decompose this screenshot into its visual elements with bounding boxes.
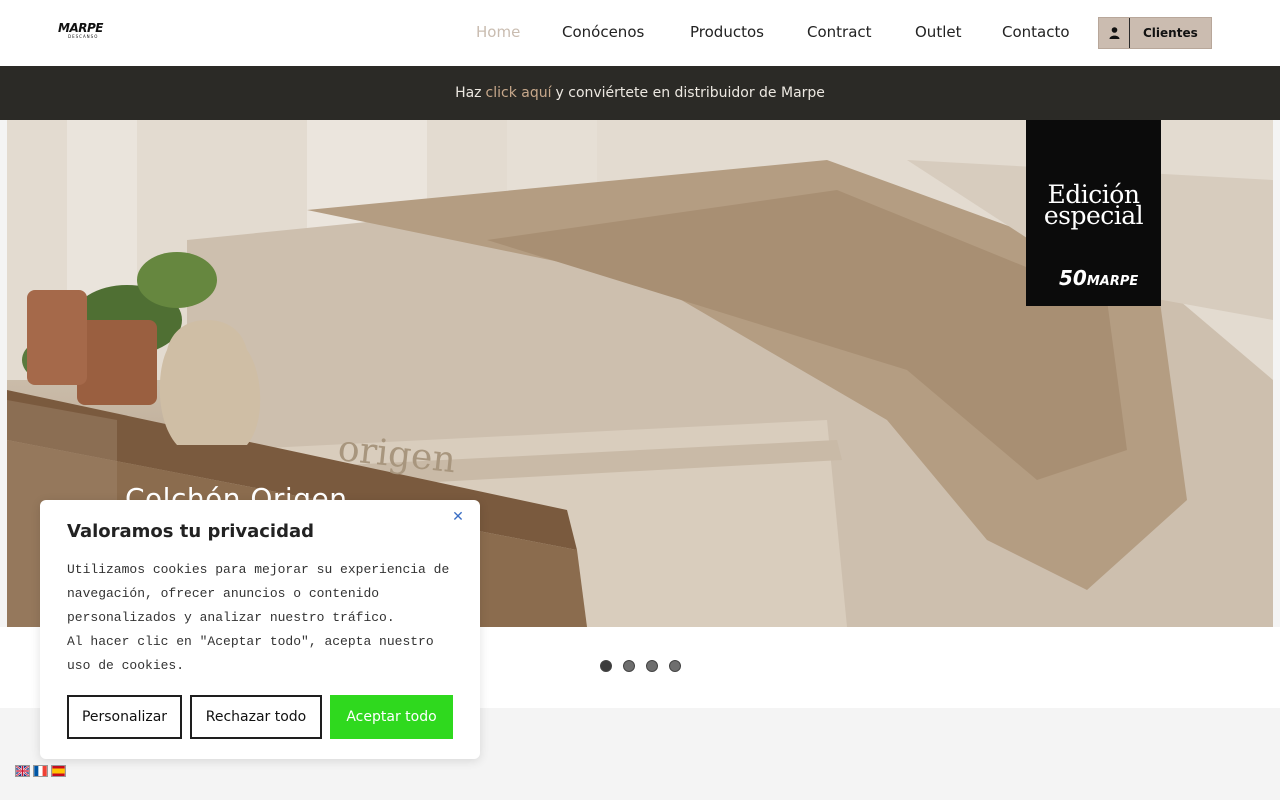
nav-productos[interactable]: Productos bbox=[690, 23, 764, 41]
accept-all-button[interactable]: Aceptar todo bbox=[330, 695, 453, 739]
cookie-title: Valoramos tu privacidad bbox=[67, 521, 315, 542]
carousel-dot[interactable] bbox=[669, 660, 681, 672]
nav-contract[interactable]: Contract bbox=[807, 23, 872, 41]
carousel-dot[interactable] bbox=[646, 660, 658, 672]
carousel-dots bbox=[600, 660, 681, 672]
badge-50-logo: 50MARPE bbox=[1059, 266, 1138, 290]
close-icon[interactable]: ✕ bbox=[450, 509, 466, 525]
nav-contacto[interactable]: Contacto bbox=[1002, 23, 1070, 41]
logo-tagline: DESCANSO bbox=[68, 34, 99, 39]
nav-outlet[interactable]: Outlet bbox=[915, 23, 961, 41]
promo-text-before: Haz bbox=[455, 85, 482, 101]
promo-link[interactable]: click aquí bbox=[486, 85, 552, 101]
reject-all-button[interactable]: Rechazar todo bbox=[190, 695, 322, 739]
badge-logo-number: 50 bbox=[1059, 266, 1087, 290]
uk-flag-icon[interactable] bbox=[15, 765, 30, 777]
language-switcher bbox=[15, 765, 66, 777]
user-icon bbox=[1099, 18, 1130, 48]
badge-logo-brand: MARPE bbox=[1086, 274, 1139, 289]
promo-text-after: y conviértete en distribuidor de Marpe bbox=[555, 85, 825, 101]
cookie-consent-dialog: ✕ Valoramos tu privacidad Utilizamos coo… bbox=[40, 500, 480, 759]
nav-home[interactable]: Home bbox=[476, 23, 520, 41]
france-flag-icon[interactable] bbox=[33, 765, 48, 777]
distributor-banner: Haz click aquí y conviértete en distribu… bbox=[0, 66, 1280, 120]
spain-flag-icon[interactable] bbox=[51, 765, 66, 777]
nav-conocenos[interactable]: Conócenos bbox=[562, 23, 644, 41]
cookie-body: Utilizamos cookies para mejorar su exper… bbox=[67, 562, 450, 673]
logo-wordmark: MARPE bbox=[58, 21, 103, 35]
special-edition-badge: Edición especial 50MARPE bbox=[1026, 120, 1161, 306]
customize-button[interactable]: Personalizar bbox=[67, 695, 182, 739]
clientes-label: Clientes bbox=[1143, 26, 1198, 40]
carousel-dot[interactable] bbox=[623, 660, 635, 672]
carousel-dot[interactable] bbox=[600, 660, 612, 672]
marpe-logo[interactable]: MARPE DESCANSO bbox=[58, 22, 114, 44]
clientes-button[interactable]: Clientes bbox=[1098, 17, 1212, 49]
badge-line2: especial bbox=[1043, 201, 1144, 230]
site-header: MARPE DESCANSO Home Conócenos Productos … bbox=[0, 0, 1280, 66]
